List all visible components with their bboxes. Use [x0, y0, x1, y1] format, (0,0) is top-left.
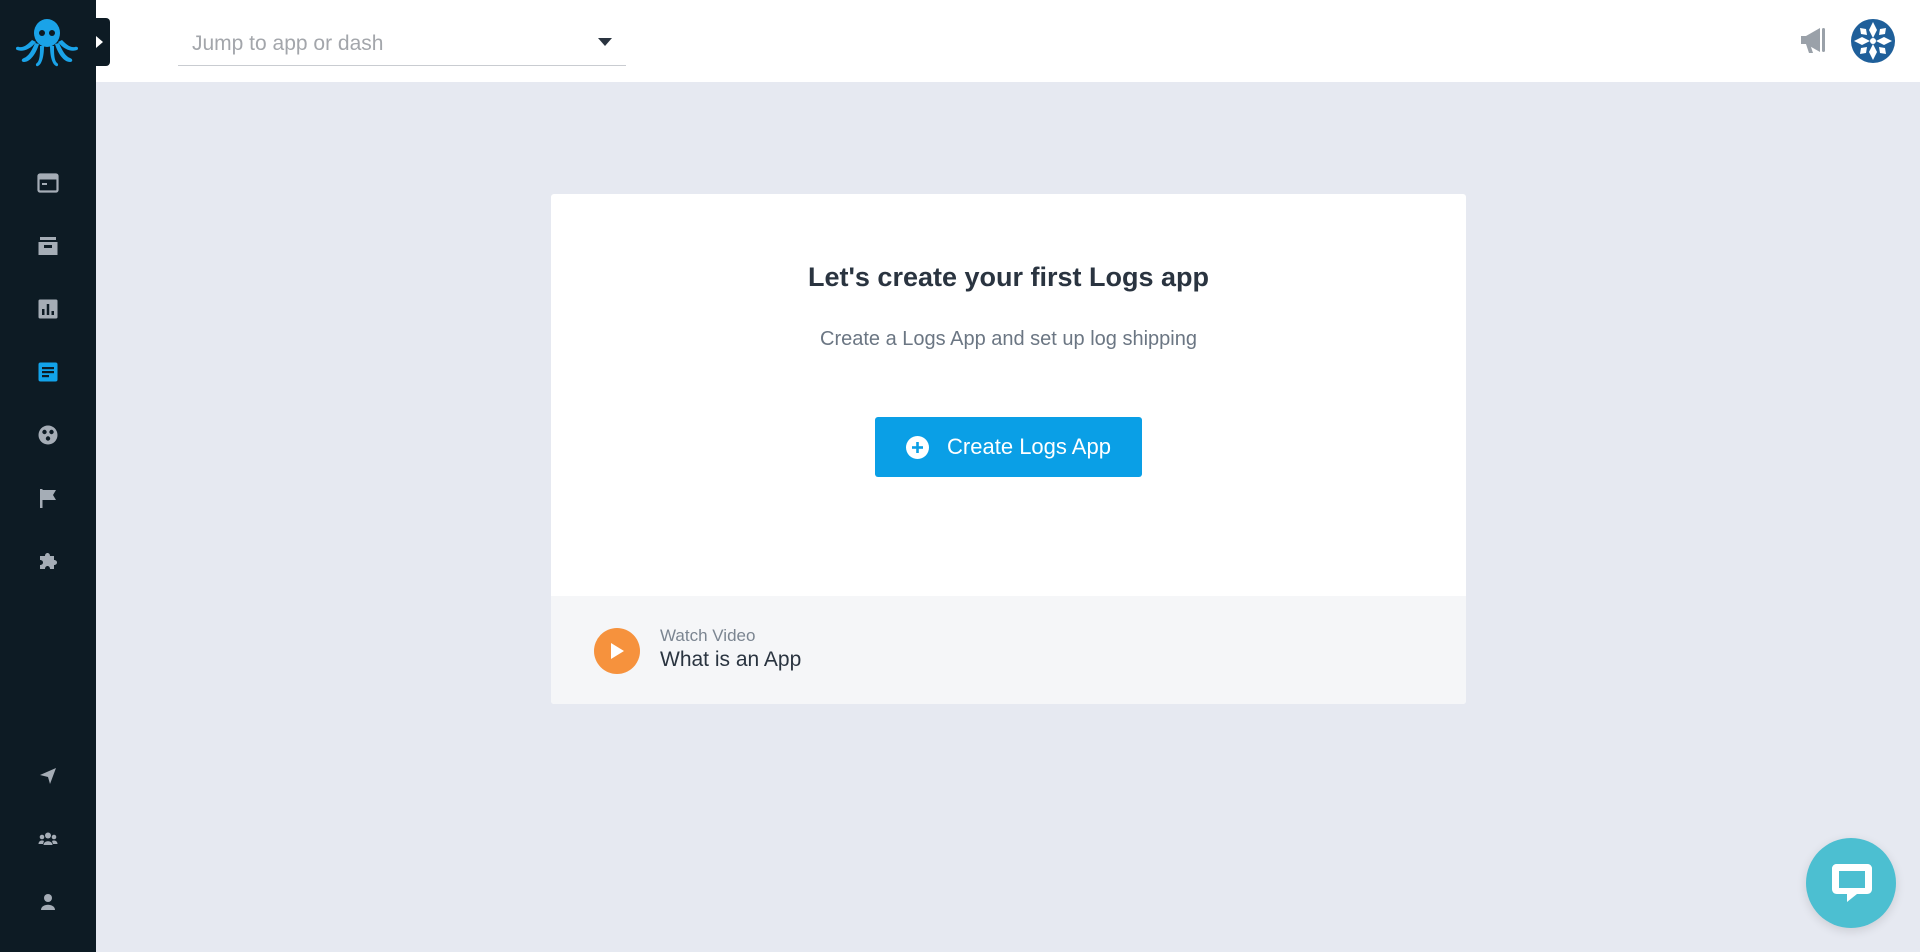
sidebar	[0, 0, 110, 952]
support-chat-button[interactable]	[1806, 838, 1896, 928]
window-icon	[37, 173, 59, 193]
caret-right-icon	[95, 36, 103, 48]
watch-video-title-link[interactable]: What is an App	[660, 648, 801, 672]
radar-icon	[38, 425, 58, 445]
sidebar-item-integrations[interactable]	[0, 535, 96, 587]
app-root: Jump to app or dash Let's create your fi…	[0, 0, 1920, 952]
chat-bubble-icon	[1832, 864, 1872, 902]
plus-circle-icon	[906, 435, 930, 459]
jump-to-app-select[interactable]: Jump to app or dash	[178, 20, 626, 66]
sidebar-item-dashboards[interactable]	[0, 157, 96, 209]
create-logs-app-label: Create Logs App	[947, 434, 1111, 459]
megaphone-icon	[1801, 28, 1825, 53]
sidebar-collapse-toggle[interactable]	[87, 18, 110, 66]
chevron-down-icon	[598, 38, 612, 46]
empty-state-card: Let's create your first Logs app Create …	[551, 194, 1466, 704]
user-avatar[interactable]	[1850, 18, 1896, 64]
flag-icon	[40, 489, 56, 508]
sidebar-item-flags[interactable]	[0, 472, 96, 524]
bar-chart-icon	[38, 299, 58, 319]
avatar-pattern-icon	[1851, 19, 1895, 63]
play-video-button[interactable]	[594, 628, 640, 674]
sidebar-item-logs[interactable]	[0, 346, 96, 398]
watch-video-section: Watch Video What is an App	[551, 596, 1466, 704]
user-icon	[41, 894, 55, 910]
topbar: Jump to app or dash	[96, 0, 1920, 82]
announcements-button[interactable]	[1796, 22, 1832, 58]
create-logs-app-button[interactable]: Create Logs App	[875, 417, 1142, 477]
watch-video-label: Watch Video	[660, 626, 756, 645]
document-icon	[38, 362, 58, 382]
inbox-icon	[38, 237, 58, 255]
sidebar-item-profile[interactable]	[0, 876, 96, 928]
play-icon	[611, 643, 624, 659]
sidebar-item-feedback[interactable]	[0, 750, 96, 802]
page-subtitle: Create a Logs App and set up log shippin…	[820, 328, 1197, 350]
octopus-logo-icon[interactable]	[14, 16, 80, 70]
send-icon	[40, 768, 56, 784]
puzzle-icon	[40, 553, 57, 569]
sidebar-item-metrics[interactable]	[0, 283, 96, 335]
team-icon	[38, 832, 58, 845]
jump-to-app-placeholder: Jump to app or dash	[192, 32, 384, 55]
page-title: Let's create your first Logs app	[807, 262, 1210, 292]
sidebar-item-team[interactable]	[0, 813, 96, 865]
sidebar-item-monitoring[interactable]	[0, 409, 96, 461]
sidebar-item-archive[interactable]	[0, 220, 96, 272]
